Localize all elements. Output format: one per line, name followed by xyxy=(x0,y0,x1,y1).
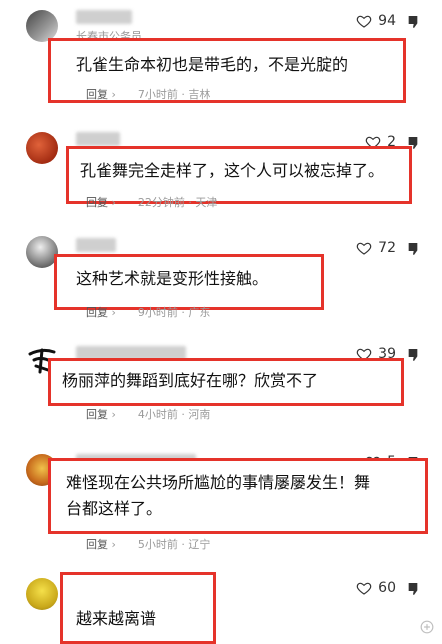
comment-meta: 回复 › 7小时前 · 吉林 xyxy=(86,86,210,102)
chevron-right-icon: › xyxy=(108,88,138,101)
comment-text: 杨丽萍的舞蹈到底好在哪？欣赏不了 xyxy=(62,371,319,390)
comment-1: 长春市公务员 94 孔雀生命本初也是带毛的，不是光腚的 回复 › 7小时前 · … xyxy=(0,0,442,115)
comment-meta: 回复 › 22分钟前 · 天津 xyxy=(86,194,217,210)
comment-text: 越来越离谱 xyxy=(76,609,157,628)
heart-icon xyxy=(356,242,372,255)
comment-3: 72 这种艺术就是变形性接触。 回复 › 9小时前 · 广东 xyxy=(0,228,442,328)
reply-button[interactable]: 回复 xyxy=(86,88,108,101)
chevron-right-icon: › xyxy=(108,538,138,551)
like-button[interactable]: 94 xyxy=(356,13,396,29)
comment-text: 孔雀舞完全走样了，这个人可以被忘掉了。 xyxy=(80,161,385,180)
comment-6: My 60 越来越离谱 xyxy=(0,570,442,644)
comment-text: 这种艺术就是变形性接触。 xyxy=(76,269,269,288)
like-button[interactable]: 60 xyxy=(356,580,396,596)
dislike-icon[interactable] xyxy=(406,14,422,30)
comment-text: 孔雀生命本初也是带毛的，不是光腚的 xyxy=(76,55,349,74)
username[interactable] xyxy=(76,132,120,146)
heart-icon xyxy=(356,15,372,28)
avatar[interactable] xyxy=(26,578,58,610)
dislike-icon[interactable] xyxy=(406,347,422,363)
comment-text-line-1: 难怪现在公共场所尴尬的事情屡屡发生！舞 xyxy=(66,473,371,492)
chevron-right-icon: › xyxy=(108,196,138,209)
comment-meta: 回复 › 4小时前 · 河南 xyxy=(86,406,210,422)
comment-2: 2 孔雀舞完全走样了，这个人可以被忘掉了。 回复 › 22分钟前 · 天津 xyxy=(0,120,442,220)
comment-5: 5 难怪现在公共场所尴尬的事情屡屡发生！舞 台都这样了。 回复 › 5小时前 ·… xyxy=(0,444,442,564)
like-count: 60 xyxy=(378,580,396,596)
timestamp: 9小时前 · 广东 xyxy=(137,306,211,319)
like-count: 72 xyxy=(378,240,396,256)
watermark xyxy=(420,620,434,634)
reply-button[interactable]: 回复 xyxy=(86,408,108,421)
username[interactable] xyxy=(76,238,116,252)
comment-meta: 回复 › 5小时前 · 辽宁 xyxy=(86,536,210,552)
timestamp: 5小时前 · 辽宁 xyxy=(137,538,211,551)
comment-4: 39 杨丽萍的舞蹈到底好在哪？欣赏不了 回复 › 4小时前 · 河南 xyxy=(0,336,442,436)
dislike-icon[interactable] xyxy=(406,241,422,257)
like-count: 94 xyxy=(378,13,396,29)
timestamp: 7小时前 · 吉林 xyxy=(137,88,211,101)
dislike-icon[interactable] xyxy=(406,581,422,597)
comment-text-line-2: 台都这样了。 xyxy=(66,499,163,518)
like-button[interactable]: 72 xyxy=(356,240,396,256)
chevron-right-icon: › xyxy=(108,306,138,319)
timestamp: 22分钟前 · 天津 xyxy=(137,196,218,209)
avatar[interactable] xyxy=(26,132,58,164)
chevron-right-icon: › xyxy=(108,408,138,421)
heart-icon xyxy=(356,582,372,595)
watermark-logo-icon xyxy=(420,620,434,634)
timestamp: 4小时前 · 河南 xyxy=(137,408,211,421)
reply-button[interactable]: 回复 xyxy=(86,196,108,209)
reply-button[interactable]: 回复 xyxy=(86,306,108,319)
username[interactable] xyxy=(76,10,132,24)
comment-meta: 回复 › 9小时前 · 广东 xyxy=(86,304,210,320)
reply-button[interactable]: 回复 xyxy=(86,538,108,551)
